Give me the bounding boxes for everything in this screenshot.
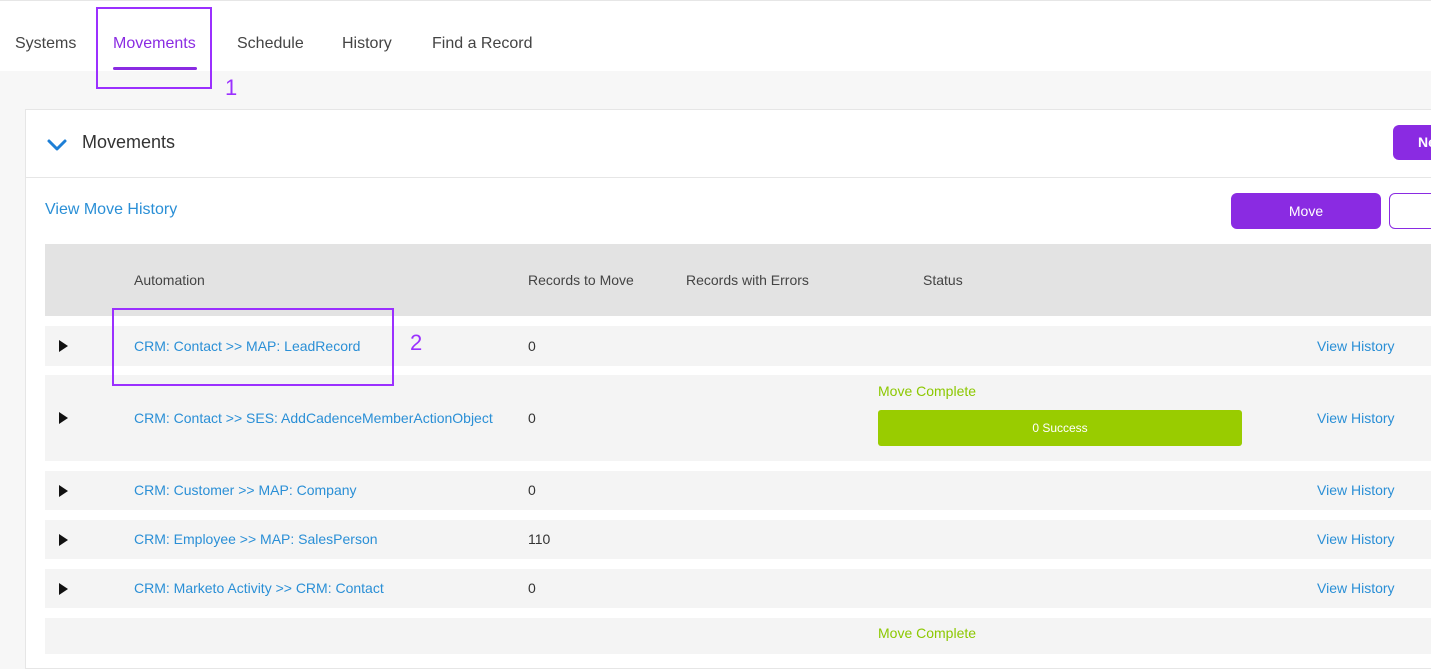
- expand-row-icon[interactable]: [59, 412, 68, 424]
- header-automation: Automation: [134, 272, 205, 288]
- view-history-link[interactable]: View History: [1317, 338, 1395, 354]
- header-status: Status: [923, 272, 963, 288]
- table-header: Automation Records to Move Records with …: [45, 244, 1431, 316]
- status-text: Move Complete: [878, 383, 977, 399]
- table-row: CRM: Customer >> MAP: Company 0 View His…: [45, 471, 1431, 510]
- records-to-move-value: 110: [528, 531, 551, 547]
- view-history-link[interactable]: View History: [1317, 580, 1395, 596]
- secondary-button[interactable]: [1389, 193, 1431, 229]
- new-button[interactable]: Ne: [1393, 125, 1431, 160]
- tab-systems[interactable]: Systems: [15, 35, 76, 53]
- annotation-number-1: 1: [225, 75, 238, 100]
- expand-row-icon[interactable]: [59, 534, 68, 546]
- table-row: CRM: Employee >> MAP: SalesPerson 110 Vi…: [45, 520, 1431, 559]
- automation-link[interactable]: CRM: Employee >> MAP: SalesPerson: [134, 531, 378, 547]
- expand-row-icon[interactable]: [59, 485, 68, 497]
- view-history-link[interactable]: View History: [1317, 410, 1395, 426]
- records-to-move-value: 0: [528, 482, 536, 498]
- automation-link[interactable]: CRM: Contact >> SES: AddCadenceMemberAct…: [134, 410, 493, 426]
- move-button[interactable]: Move: [1231, 193, 1381, 229]
- header-records-with-errors: Records with Errors: [686, 272, 809, 288]
- table-row: CRM: Contact >> SES: AddCadenceMemberAct…: [45, 375, 1431, 461]
- automation-link[interactable]: CRM: Marketo Activity >> CRM: Contact: [134, 580, 384, 596]
- header-records-to-move: Records to Move: [528, 272, 634, 288]
- top-nav: Systems Movements Schedule History Find …: [0, 0, 1431, 71]
- status-progress-bar: 0 Success: [878, 410, 1242, 446]
- chevron-down-icon[interactable]: [46, 134, 68, 156]
- annotation-box-1: [96, 7, 212, 89]
- records-to-move-value: 0: [528, 338, 536, 354]
- tab-schedule[interactable]: Schedule: [237, 35, 304, 53]
- annotation-number-2: 2: [410, 330, 423, 355]
- annotation-box-2: [112, 308, 394, 386]
- tab-find-a-record[interactable]: Find a Record: [432, 35, 533, 53]
- records-to-move-value: 0: [528, 580, 536, 596]
- expand-row-icon[interactable]: [59, 583, 68, 595]
- automation-link[interactable]: CRM: Customer >> MAP: Company: [134, 482, 357, 498]
- panel-title: Movements: [82, 132, 176, 152]
- view-move-history-link[interactable]: View Move History: [45, 201, 177, 219]
- view-history-link[interactable]: View History: [1317, 531, 1395, 547]
- table-row: Move Complete: [45, 618, 1431, 654]
- records-to-move-value: 0: [528, 410, 536, 426]
- status-text: Move Complete: [878, 625, 977, 641]
- expand-row-icon[interactable]: [59, 340, 68, 352]
- tab-history[interactable]: History: [342, 35, 392, 53]
- table-row: CRM: Marketo Activity >> CRM: Contact 0 …: [45, 569, 1431, 608]
- panel-header: Movements Ne: [26, 110, 1431, 178]
- view-history-link[interactable]: View History: [1317, 482, 1395, 498]
